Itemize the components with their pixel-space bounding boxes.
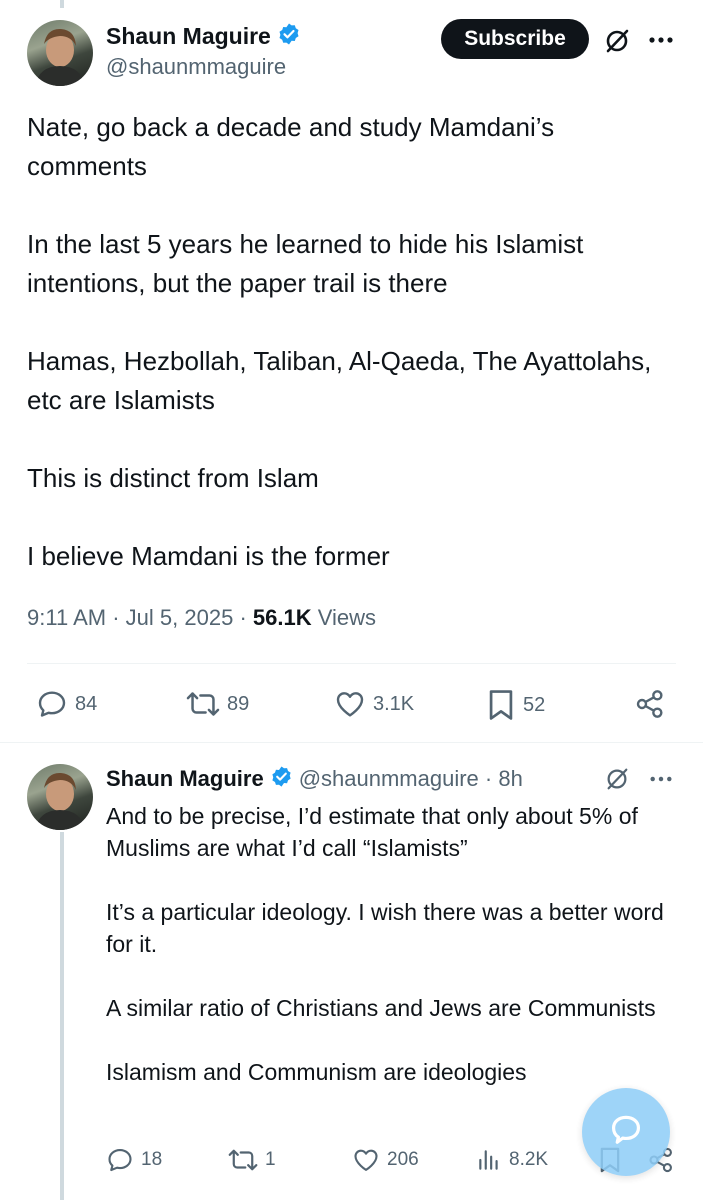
author-handle-row: @shaunmmaguire <box>106 53 286 81</box>
reply-like-button[interactable]: 206 <box>352 1146 419 1174</box>
reply-icon <box>38 691 66 717</box>
reply-count: 84 <box>75 692 98 715</box>
heart-icon <box>336 692 364 717</box>
reply-views-button[interactable]: 8.2K <box>476 1146 548 1174</box>
compose-icon <box>611 1115 641 1144</box>
bookmark-icon <box>489 690 513 720</box>
author-row: Shaun Maguire <box>106 20 301 52</box>
reply-paragraph: And to be precise, I’d estimate that onl… <box>106 803 638 861</box>
separator-dot: · <box>112 605 126 630</box>
compose-button[interactable] <box>582 1088 670 1176</box>
reply-paragraph: Islamism and Communism are ideologies <box>106 1059 527 1085</box>
tweet-paragraph: This is distinct from Islam <box>27 463 319 493</box>
verified-badge-icon <box>277 22 301 51</box>
reply-paragraph: It’s a particular ideology. I wish there… <box>106 899 664 957</box>
verified-badge-icon <box>270 765 293 794</box>
thread-line-reply <box>60 832 64 1200</box>
repost-icon <box>186 692 220 716</box>
share-icon <box>636 690 663 718</box>
reply-reply-button[interactable]: 18 <box>106 1146 162 1174</box>
bookmark-button[interactable]: 52 <box>486 688 545 722</box>
reply-icon <box>108 1149 132 1172</box>
tweet-paragraph: Hamas, Hezbollah, Taliban, Al-Qaeda, The… <box>27 346 652 415</box>
separator-dot: · <box>239 605 253 630</box>
more-icon[interactable] <box>644 766 678 792</box>
repost-count: 89 <box>227 692 250 715</box>
reply-views-count: 8.2K <box>509 1149 549 1170</box>
like-button[interactable]: 3.1K <box>334 688 414 720</box>
tweet-paragraph: In the last 5 years he learned to hide h… <box>27 229 584 298</box>
subscribe-button[interactable]: Subscribe <box>441 19 589 59</box>
share-button[interactable] <box>634 688 666 720</box>
reply-button[interactable]: 84 <box>36 688 97 720</box>
grok-icon[interactable] <box>600 24 634 58</box>
tweet-date[interactable]: Jul 5, 2025 <box>126 605 234 630</box>
reply-repost-count: 1 <box>265 1149 276 1170</box>
tweet-time[interactable]: 9:11 AM <box>27 605 106 630</box>
more-icon[interactable] <box>644 26 678 54</box>
reply-author-row: Shaun Maguire @shaunmmaguire · 8h <box>106 763 523 795</box>
reply-paragraph: A similar ratio of Christians and Jews a… <box>106 995 656 1021</box>
reply-author-name[interactable]: Shaun Maguire <box>106 766 264 792</box>
reply-text: And to be precise, I’d estimate that onl… <box>106 800 686 1120</box>
repost-button[interactable]: 89 <box>186 688 249 720</box>
separator-dot: · <box>478 766 499 791</box>
tweet-paragraph: I believe Mamdani is the former <box>27 541 390 571</box>
divider <box>27 663 676 664</box>
thread-line-top <box>60 0 64 8</box>
avatar[interactable] <box>27 20 93 86</box>
reply-repost-button[interactable]: 1 <box>228 1146 276 1174</box>
author-name[interactable]: Shaun Maguire <box>106 23 271 50</box>
tweet-text: Nate, go back a decade and study Mamdani… <box>27 108 667 615</box>
heart-icon <box>354 1149 378 1171</box>
repost-icon <box>228 1149 258 1171</box>
bookmark-count: 52 <box>523 693 546 716</box>
tweet-separator <box>0 742 703 743</box>
reply-age[interactable]: 8h <box>498 766 522 792</box>
views-icon <box>479 1150 498 1170</box>
reply-reply-count: 18 <box>141 1149 163 1170</box>
reply-avatar[interactable] <box>27 764 93 830</box>
reply-author-handle[interactable]: @shaunmmaguire <box>299 766 479 792</box>
views-label: Views <box>317 605 377 630</box>
author-handle[interactable]: @shaunmmaguire <box>106 54 286 80</box>
reply-like-count: 206 <box>387 1149 419 1170</box>
tweet-meta: 9:11 AM · Jul 5, 2025 · 56.1K Views <box>27 605 376 631</box>
grok-icon[interactable] <box>602 764 632 794</box>
views-count[interactable]: 56.1K <box>253 605 312 630</box>
tweet-paragraph: Nate, go back a decade and study Mamdani… <box>27 112 555 181</box>
like-count: 3.1K <box>373 692 415 715</box>
